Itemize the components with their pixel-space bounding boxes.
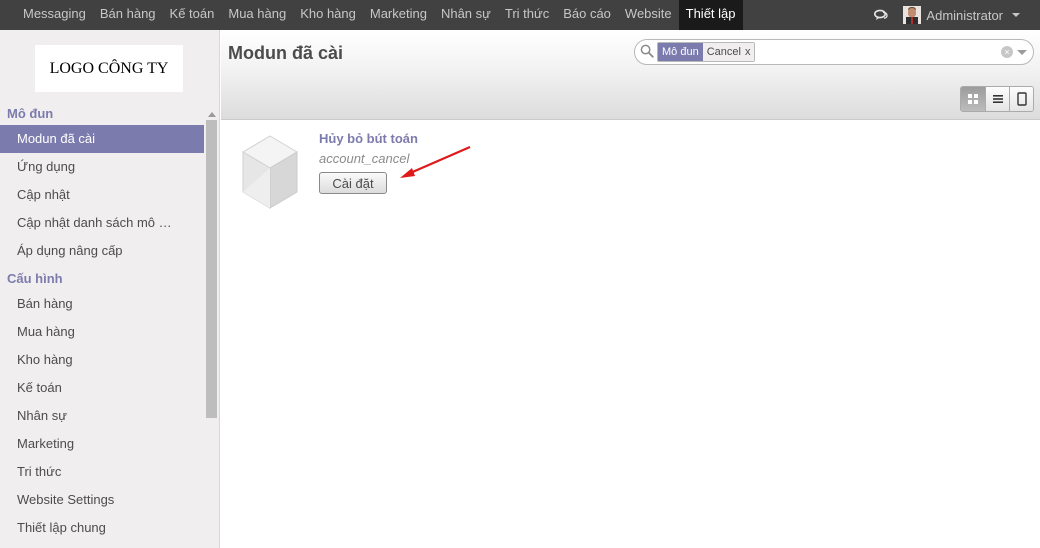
list-view-button[interactable]	[985, 87, 1009, 111]
top-menu-knowledge[interactable]: Tri thức	[498, 0, 556, 30]
search-facet: Mô đun Cancel x	[657, 42, 756, 62]
page-title: Modun đã cài	[228, 43, 344, 63]
sidebar-section-configuration: Cấu hình	[7, 271, 63, 286]
sidebar-item-apply-upgrades[interactable]: Áp dụng nâng cấp	[0, 237, 204, 265]
sidebar-item-hr[interactable]: Nhân sự	[0, 402, 204, 430]
facet-category: Mô đun	[658, 43, 703, 61]
sidebar-item-installed-modules[interactable]: Modun đã cài	[0, 125, 204, 153]
avatar	[903, 6, 922, 24]
control-panel: Modun đã cài Mô đun Cancel x ×	[221, 30, 1040, 120]
form-view-button[interactable]	[1009, 87, 1033, 111]
search-options-icon[interactable]	[1017, 50, 1027, 55]
sidebar-item-general-settings[interactable]: Thiết lập chung	[0, 514, 204, 542]
module-cube-icon	[239, 132, 301, 215]
kanban-view-button[interactable]	[961, 87, 985, 111]
scroll-up-icon[interactable]	[208, 112, 216, 117]
sidebar-item-marketing[interactable]: Marketing	[0, 430, 204, 458]
top-menu-settings[interactable]: Thiết lập	[678, 0, 743, 30]
sidebar-scrollbar[interactable]	[205, 110, 218, 548]
sidebar-item-knowledge[interactable]: Tri thức	[0, 458, 204, 486]
scrollbar-thumb[interactable]	[206, 120, 217, 418]
list-icon	[992, 95, 1003, 103]
user-name: Administrator	[926, 7, 1003, 23]
view-switcher	[960, 86, 1034, 112]
module-technical-name: account_cancel	[319, 151, 410, 166]
chevron-down-icon	[1012, 13, 1020, 17]
sidebar-item-accounting[interactable]: Kế toán	[0, 374, 204, 402]
top-menu-website[interactable]: Website	[618, 0, 679, 30]
clear-search-icon[interactable]: ×	[1001, 46, 1013, 58]
form-icon	[1016, 92, 1027, 106]
sidebar-menu: Mô đun Modun đã cài Ứng dụng Cập nhật Cậ…	[0, 103, 204, 542]
top-menu-hr[interactable]: Nhân sự	[434, 0, 498, 30]
sidebar-item-website-settings[interactable]: Website Settings	[0, 486, 204, 514]
topbar-right: Administrator	[873, 0, 1020, 30]
facet-value-text: Cancel	[706, 46, 741, 58]
sidebar-section-modules: Mô đun	[7, 106, 54, 121]
top-menu: Messaging Bán hàng Kế toán Mua hàng Kho …	[0, 0, 743, 30]
chat-icon[interactable]	[873, 7, 889, 23]
sidebar-item-purchase[interactable]: Mua hàng	[0, 318, 204, 346]
sidebar-item-sales[interactable]: Bán hàng	[0, 290, 204, 318]
sidebar-item-warehouse[interactable]: Kho hàng	[0, 346, 204, 374]
grid-icon	[968, 94, 978, 104]
top-menu-accounting[interactable]: Kế toán	[163, 0, 222, 30]
annotation-arrow-icon	[400, 145, 471, 178]
top-menu-warehouse[interactable]: Kho hàng	[293, 0, 363, 30]
top-menu-sales[interactable]: Bán hàng	[93, 0, 163, 30]
sidebar-item-update-module-list[interactable]: Cập nhật danh sách mô …	[0, 209, 204, 237]
sidebar-item-updates[interactable]: Cập nhật	[0, 181, 204, 209]
kanban-content: Hủy bỏ bút toán account_cancel Cài đặt	[221, 121, 1040, 548]
install-button[interactable]: Cài đặt	[319, 172, 387, 194]
sidebar: LOGO CÔNG TY Mô đun Modun đã cài Ứng dụn…	[0, 30, 220, 548]
search-bar[interactable]: Mô đun Cancel x ×	[634, 39, 1034, 65]
top-menu-marketing[interactable]: Marketing	[363, 0, 434, 30]
top-navbar: Messaging Bán hàng Kế toán Mua hàng Kho …	[0, 0, 1040, 30]
facet-remove-icon[interactable]: x	[745, 46, 751, 58]
search-icon	[640, 44, 654, 61]
top-menu-reports[interactable]: Báo cáo	[556, 0, 618, 30]
top-menu-messaging[interactable]: Messaging	[16, 0, 93, 30]
user-menu[interactable]: Administrator	[903, 6, 1020, 24]
logo-text: LOGO CÔNG TY	[49, 59, 169, 77]
facet-value: Cancel x	[702, 43, 755, 61]
sidebar-item-apps[interactable]: Ứng dụng	[0, 153, 204, 181]
top-menu-purchase[interactable]: Mua hàng	[221, 0, 293, 30]
company-logo[interactable]: LOGO CÔNG TY	[35, 45, 183, 92]
